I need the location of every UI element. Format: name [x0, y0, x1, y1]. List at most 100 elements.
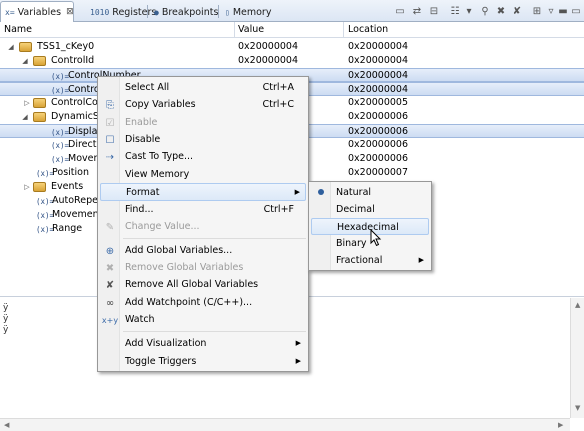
tab-breakpoints-label: Breakpoints: [161, 6, 219, 18]
row-location: 0x20000007: [348, 167, 409, 178]
menu-item-copy-variables[interactable]: ⎘ Copy Variables Ctrl+C: [100, 96, 306, 114]
toggle-type-names-icon[interactable]: ▭: [393, 4, 407, 18]
remove-all-icon[interactable]: ✘: [510, 4, 524, 18]
row-name: Range: [52, 223, 83, 234]
menu-item-label: Format: [126, 187, 160, 198]
watch-expression-icon[interactable]: ⚲: [478, 4, 492, 18]
column-header-name[interactable]: Name: [4, 24, 32, 35]
menu-item-add-watchpoint[interactable]: ∞ Add Watchpoint (C/C++)...: [100, 294, 306, 312]
menu-item-label: Enable: [125, 117, 158, 128]
detail-line: ÿ: [3, 314, 9, 324]
menu-item-label: Watch: [125, 314, 155, 325]
format-option-natural[interactable]: Natural: [311, 184, 429, 201]
checkbox-checked-icon: ☑: [105, 117, 115, 129]
remove-icon[interactable]: ✖: [494, 4, 508, 18]
menu-item-add-global-variables[interactable]: ⊕ Add Global Variables...: [100, 242, 306, 260]
row-location: 0x20000006: [348, 153, 409, 164]
minimize-icon[interactable]: ▬: [556, 4, 570, 18]
horizontal-scrollbar[interactable]: ◀ ▶: [0, 418, 570, 431]
menu-item-label: Select All: [125, 82, 170, 93]
vertical-scrollbar[interactable]: ▲ ▼: [570, 298, 584, 418]
menu-item-label: Toggle Triggers: [125, 356, 197, 367]
menu-separator: [123, 238, 306, 239]
menu-item-label: View Memory: [125, 169, 190, 180]
variable-icon: (x)=: [51, 154, 70, 164]
row-name: TSS1_cKey0: [37, 41, 95, 52]
expand-arrow-icon[interactable]: ▷: [22, 96, 32, 110]
menu-item-cast-to-type[interactable]: ⇢ Cast To Type...: [100, 148, 306, 166]
column-header-value[interactable]: Value: [238, 24, 264, 35]
variable-icon: (x)=: [51, 71, 70, 81]
add-expression-icon[interactable]: ☷: [448, 4, 462, 18]
menu-item-format[interactable]: Format ▶: [100, 183, 306, 201]
detail-line: ÿ: [3, 303, 9, 313]
menu-item-enable[interactable]: ☑ Enable: [100, 114, 306, 132]
menu-item-watch[interactable]: x+y Watch: [100, 311, 306, 329]
collapse-all-icon[interactable]: ⊟: [427, 4, 441, 18]
menu-item-change-value[interactable]: ✎ Change Value...: [100, 218, 306, 236]
table-row[interactable]: ◢ TSS1_cKey0 0x20000004 0x20000004: [0, 40, 584, 54]
tab-separator: [218, 5, 219, 18]
maximize-icon[interactable]: ▭: [569, 4, 583, 18]
column-header-location[interactable]: Location: [348, 24, 388, 35]
tab-breakpoints[interactable]: ● Breakpoints: [150, 2, 222, 22]
row-value: 0x20000004: [238, 55, 299, 66]
menu-item-label: Add Visualization: [125, 338, 207, 349]
struct-icon: [33, 98, 46, 108]
menu-item-select-all[interactable]: Select All Ctrl+A: [100, 79, 306, 97]
column-divider[interactable]: [234, 22, 235, 38]
checkbox-unchecked-icon: ☐: [105, 134, 115, 146]
row-name: ControlCor: [51, 97, 102, 108]
copy-icon: ⎘: [106, 99, 114, 111]
row-location: 0x20000006: [348, 126, 409, 137]
collapse-arrow-icon[interactable]: ◢: [6, 40, 16, 54]
row-name: Events: [51, 181, 84, 192]
tab-memory[interactable]: ▯ Memory: [221, 2, 275, 22]
remove-all-global-icon: ✘: [105, 279, 115, 291]
table-row[interactable]: ◢ ControlId 0x20000004 0x20000004: [0, 54, 584, 68]
menu-item-find[interactable]: Find... Ctrl+F: [100, 201, 306, 219]
scroll-right-icon[interactable]: ▶: [558, 421, 563, 429]
struct-icon: [19, 42, 32, 52]
menu-item-label: Remove All Global Variables: [125, 279, 259, 290]
row-location: 0x20000006: [348, 139, 409, 150]
menu-item-remove-global-variables[interactable]: ✖ Remove Global Variables: [100, 259, 306, 277]
format-option-fractional[interactable]: Fractional ▶: [311, 252, 429, 269]
remove-global-icon: ✖: [105, 262, 115, 274]
row-name: AutoRepea: [52, 195, 104, 206]
tree-header: Name Value Location: [0, 22, 584, 38]
menu-item-add-visualization[interactable]: Add Visualization ▶: [100, 335, 306, 353]
menu-item-disable[interactable]: ☐ Disable: [100, 131, 306, 149]
scroll-up-icon[interactable]: ▲: [575, 301, 580, 309]
variable-icon: (x)=: [51, 127, 70, 137]
struct-icon: [33, 182, 46, 192]
collapse-arrow-icon[interactable]: ◢: [20, 110, 30, 124]
menu-shortcut: Ctrl+A: [262, 82, 294, 93]
expand-arrow-icon[interactable]: ▷: [22, 180, 32, 194]
tab-variables[interactable]: x= Variables ⊠: [0, 1, 74, 22]
column-divider[interactable]: [343, 22, 344, 38]
scroll-left-icon[interactable]: ◀: [4, 421, 9, 429]
menu-shortcut: Ctrl+F: [263, 204, 294, 215]
row-location: 0x20000004: [348, 41, 409, 52]
struct-icon: [33, 112, 46, 122]
menu-item-view-memory[interactable]: View Memory: [100, 166, 306, 184]
row-location: 0x20000004: [348, 55, 409, 66]
menu-shortcut: Ctrl+C: [262, 99, 295, 110]
close-icon[interactable]: ⊠: [66, 7, 74, 17]
struct-icon: [33, 56, 46, 66]
tab-variables-label: Variables: [17, 6, 62, 18]
menu-item-label: Add Global Variables...: [125, 245, 233, 256]
menu-item-toggle-triggers[interactable]: Toggle Triggers ▶: [100, 353, 306, 371]
collapse-arrow-icon[interactable]: ◢: [20, 54, 30, 68]
menu-item-label: Find...: [125, 204, 154, 215]
toggle-logical-structure-icon[interactable]: ⇄: [410, 4, 424, 18]
menu-item-label: Copy Variables: [125, 99, 196, 110]
format-option-decimal[interactable]: Decimal: [311, 201, 429, 218]
menu-item-remove-all-global-variables[interactable]: ✘ Remove All Global Variables: [100, 276, 306, 294]
layout-icon[interactable]: ⊞: [530, 4, 544, 18]
chevron-down-icon[interactable]: ▾: [462, 4, 476, 18]
variable-icon: (x)=: [51, 85, 70, 95]
row-location: 0x20000005: [348, 97, 409, 108]
scroll-down-icon[interactable]: ▼: [575, 404, 580, 412]
